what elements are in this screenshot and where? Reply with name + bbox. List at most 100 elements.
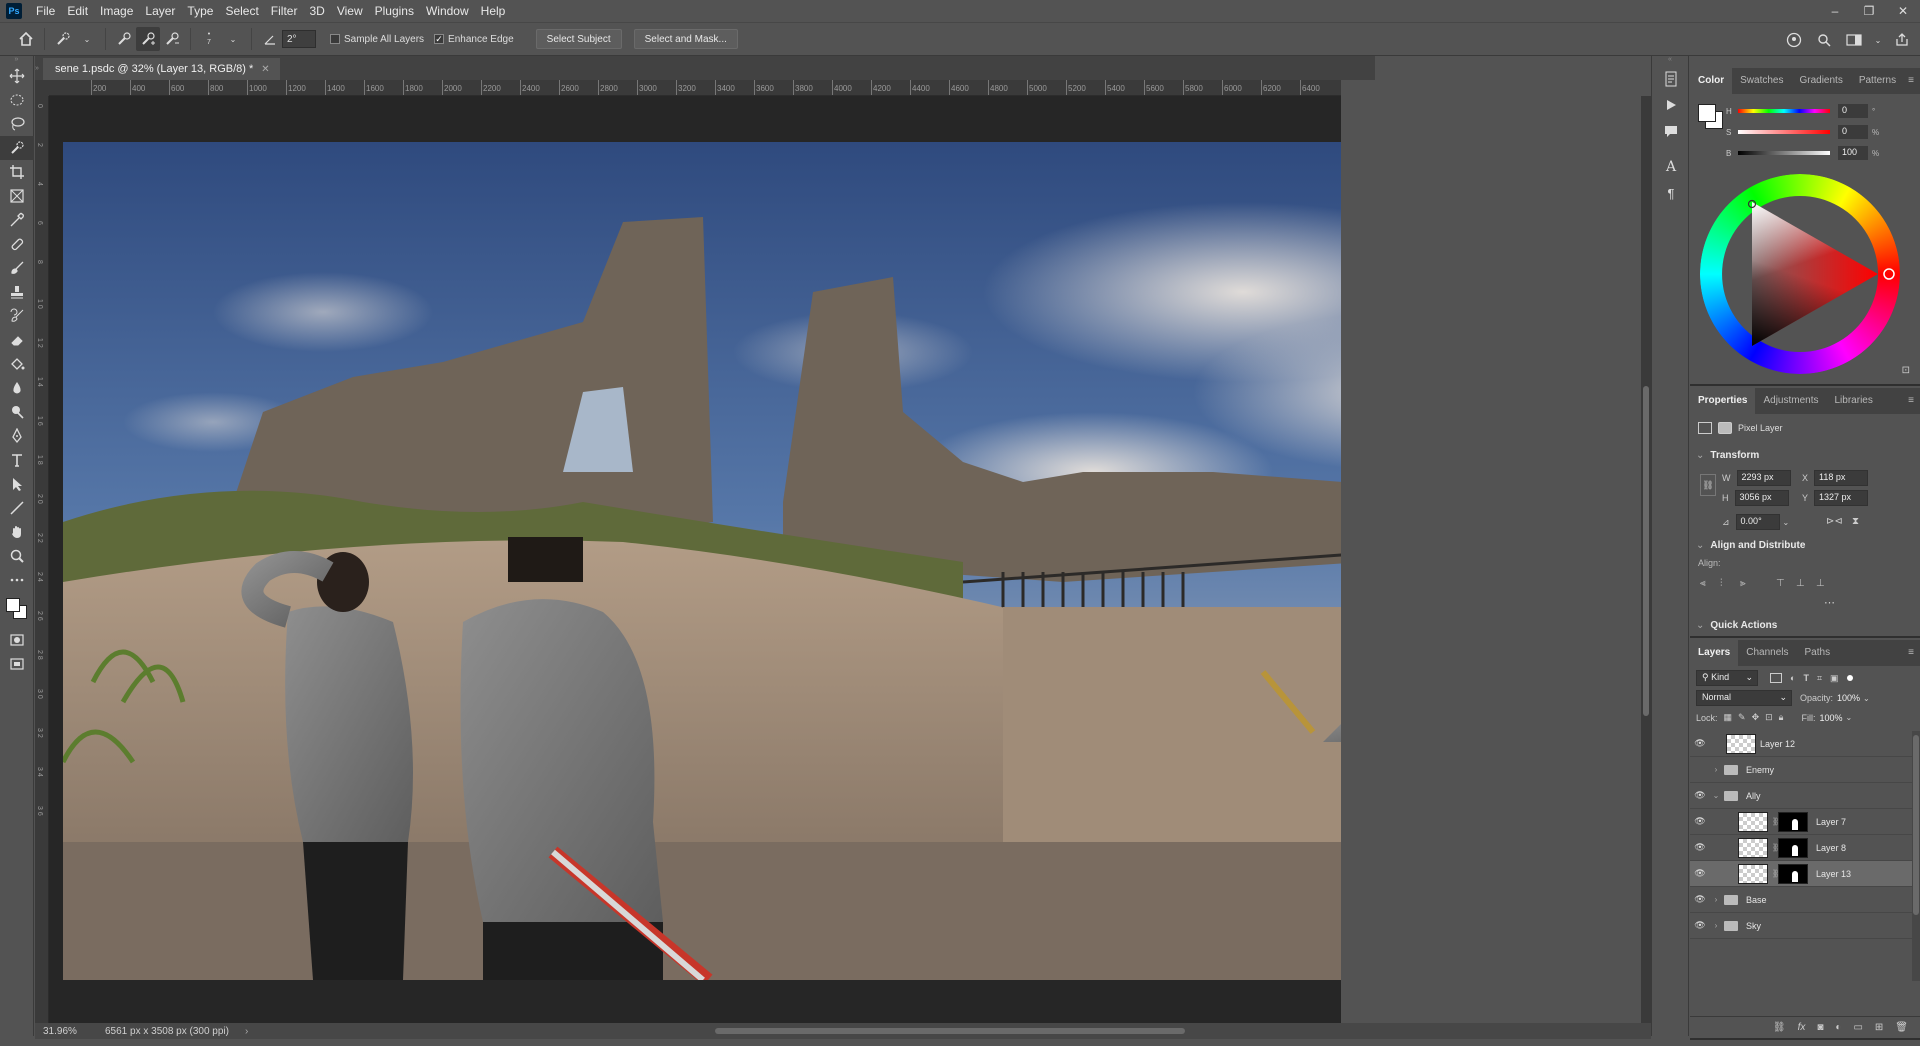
saturation-slider[interactable] <box>1738 130 1830 134</box>
brush-dropdown-chevron-icon[interactable]: ⌄ <box>221 27 245 51</box>
visibility-eye-icon[interactable]: 👁︎ <box>1690 764 1710 775</box>
lock-position-icon[interactable]: ✥ <box>1752 712 1760 723</box>
tab-libraries[interactable]: Libraries <box>1827 388 1881 414</box>
filter-type-icon[interactable]: T <box>1803 673 1809 683</box>
fill-chevron-icon[interactable]: ⌄ <box>1846 713 1853 722</box>
opacity-value[interactable]: 100% <box>1837 693 1860 703</box>
enhance-edge-checkbox[interactable]: ✓ Enhance Edge <box>434 34 514 45</box>
visibility-eye-icon[interactable]: 👁︎ <box>1690 738 1710 749</box>
quick-selection-tool-icon[interactable] <box>0 136 34 160</box>
angle-input[interactable] <box>282 30 316 48</box>
menu-image[interactable]: Image <box>94 0 139 22</box>
hue-value[interactable]: 0 <box>1838 104 1868 118</box>
hand-tool-icon[interactable] <box>0 520 34 544</box>
zoom-tool-icon[interactable] <box>0 544 34 568</box>
document-canvas-image[interactable] <box>63 142 1341 980</box>
align-top-icon[interactable]: ⊤ <box>1776 578 1788 590</box>
paragraph-panel-icon[interactable]: ¶ <box>1652 180 1690 206</box>
color-swatches[interactable] <box>0 592 34 628</box>
lock-transparent-icon[interactable]: ▦ <box>1724 712 1733 723</box>
color-wheel[interactable] <box>1700 174 1900 374</box>
vertical-scroll-thumb[interactable] <box>1643 386 1649 716</box>
tab-paths[interactable]: Paths <box>1797 640 1839 666</box>
layer-filter-select[interactable]: ⚲ Kind ⌄ <box>1696 670 1758 686</box>
select-and-mask-button[interactable]: Select and Mask... <box>633 29 738 49</box>
preset-dropdown-chevron-icon[interactable]: ⌄ <box>75 27 99 51</box>
layer-name[interactable]: Sky <box>1746 921 1761 931</box>
filter-adjustment-icon[interactable]: ◐ <box>1790 673 1795 683</box>
healing-brush-tool-icon[interactable] <box>0 232 34 256</box>
width-input[interactable]: 2293 px <box>1736 470 1791 486</box>
chevron-right-icon[interactable]: › <box>1710 921 1722 930</box>
visibility-eye-icon[interactable]: 👁︎ <box>1690 894 1710 905</box>
hue-slider[interactable] <box>1738 109 1830 113</box>
canvas-area[interactable] <box>49 96 1341 1026</box>
chevron-right-icon[interactable]: › <box>1710 765 1722 774</box>
layer-name[interactable]: Layer 13 <box>1816 869 1851 879</box>
fill-value[interactable]: 100% <box>1819 713 1842 723</box>
quick-mask-icon[interactable] <box>0 628 34 652</box>
tab-gradients[interactable]: Gradients <box>1791 68 1850 94</box>
vertical-scrollbar[interactable] <box>1641 96 1651 1026</box>
layer-row-ally[interactable]: 👁︎ ⌄ Ally <box>1690 783 1912 809</box>
layer-mask-thumbnail[interactable] <box>1778 863 1808 884</box>
zoom-level[interactable]: 31.96% <box>35 1026 105 1037</box>
tab-swatches[interactable]: Swatches <box>1732 68 1791 94</box>
quick-actions-section-header[interactable]: ⌄ Quick Actions <box>1696 620 1777 631</box>
tab-color[interactable]: Color <box>1690 68 1733 94</box>
tab-patterns[interactable]: Patterns <box>1851 68 1904 94</box>
brightness-slider[interactable] <box>1738 151 1830 155</box>
opacity-chevron-icon[interactable]: ⌄ <box>1863 694 1870 703</box>
x-input[interactable]: 118 px <box>1814 470 1869 486</box>
lasso-tool-icon[interactable] <box>0 112 34 136</box>
layers-scroll-thumb[interactable] <box>1913 735 1919 915</box>
menu-view[interactable]: View <box>331 0 369 22</box>
restore-button[interactable]: ❐ <box>1852 0 1886 22</box>
close-button[interactable]: ✕ <box>1886 0 1920 22</box>
layer-name[interactable]: Layer 12 <box>1760 739 1795 749</box>
dodge-tool-icon[interactable] <box>0 400 34 424</box>
color-panel-swatches[interactable] <box>1698 104 1724 130</box>
pen-tool-icon[interactable] <box>0 424 34 448</box>
layer-thumbnail[interactable] <box>1738 863 1768 884</box>
menu-3d[interactable]: 3D <box>303 0 330 22</box>
lock-all-icon[interactable]: 🔒︎ <box>1779 712 1784 723</box>
panel-menu-icon[interactable]: ≡ <box>1908 75 1914 86</box>
workspace-icon[interactable] <box>1842 28 1866 52</box>
color-panel-foreground[interactable] <box>1698 104 1716 122</box>
search-icon[interactable] <box>1812 28 1836 52</box>
status-expand-icon[interactable]: › <box>245 1026 255 1037</box>
visibility-eye-icon[interactable]: 👁︎ <box>1690 842 1710 853</box>
move-tool-icon[interactable] <box>0 64 34 88</box>
menu-window[interactable]: Window <box>420 0 475 22</box>
layer-thumbnail[interactable] <box>1738 811 1768 832</box>
workspace-chevron-icon[interactable]: ⌄ <box>1872 28 1884 52</box>
line-tool-icon[interactable] <box>0 496 34 520</box>
more-align-options-icon[interactable]: ⋯ <box>1824 596 1835 609</box>
transform-section-header[interactable]: ⌄ Transform <box>1696 450 1759 461</box>
layer-name[interactable]: Ally <box>1746 791 1761 801</box>
filter-pixel-icon[interactable] <box>1770 673 1782 683</box>
visibility-eye-icon[interactable]: 👁︎ <box>1690 920 1710 931</box>
chevron-right-icon[interactable]: › <box>1710 895 1722 904</box>
brush-tool-icon[interactable] <box>0 256 34 280</box>
new-adjustment-layer-icon[interactable]: ◐ <box>1835 1022 1841 1033</box>
tab-channels[interactable]: Channels <box>1738 640 1796 666</box>
chevron-down-icon[interactable]: ⌄ <box>1710 791 1722 800</box>
screen-mode-icon[interactable] <box>0 652 34 676</box>
frame-tool-icon[interactable] <box>0 184 34 208</box>
blur-tool-icon[interactable] <box>0 376 34 400</box>
layers-scrollbar[interactable] <box>1912 731 1920 981</box>
rotation-input[interactable]: 0.00° <box>1735 514 1780 530</box>
quick-select-tool-preset-icon[interactable] <box>51 27 75 51</box>
home-icon[interactable] <box>14 27 38 51</box>
horizontal-scrollbar[interactable] <box>265 1027 1625 1035</box>
layer-name[interactable]: Layer 7 <box>1816 817 1846 827</box>
panel-menu-icon[interactable]: ≡ <box>1908 647 1914 658</box>
menu-select[interactable]: Select <box>219 0 264 22</box>
y-input[interactable]: 1327 px <box>1814 490 1869 506</box>
sample-all-layers-checkbox[interactable]: Sample All Layers <box>330 34 424 45</box>
align-right-icon[interactable]: ⫸ <box>1740 578 1752 590</box>
brush-size-picker[interactable]: • 7 <box>197 27 221 51</box>
layer-thumbnail[interactable] <box>1738 837 1768 858</box>
